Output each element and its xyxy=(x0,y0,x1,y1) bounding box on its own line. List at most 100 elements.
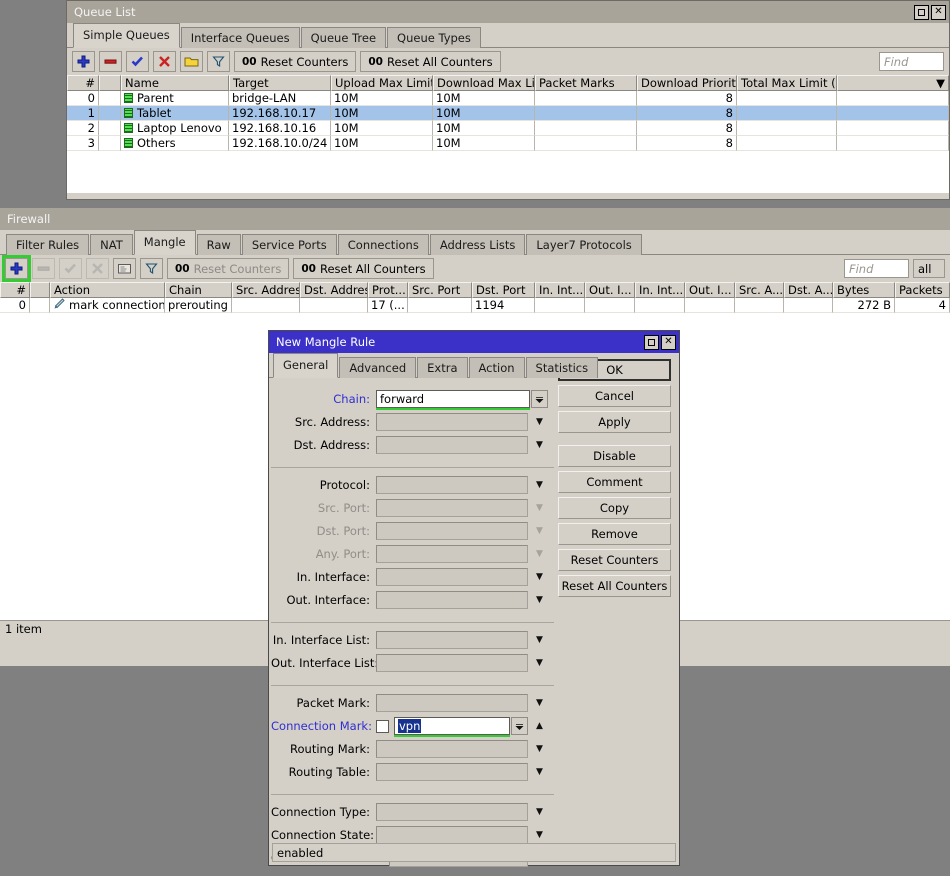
column-menu-icon[interactable]: ▼ xyxy=(837,75,949,91)
col-out-interface[interactable]: Out. I... xyxy=(585,282,635,298)
tab-simple-queues[interactable]: Simple Queues xyxy=(73,23,180,48)
table-row[interactable]: 1 Tablet 192.168.10.17 10M 10M 8 xyxy=(67,106,949,121)
col-out-interface-list[interactable]: Out. I... xyxy=(685,282,735,298)
cross-icon[interactable] xyxy=(153,51,176,72)
connection-mark-negate-checkbox[interactable] xyxy=(376,719,389,733)
table-row[interactable]: 3 Others 192.168.10.0/24 10M 10M 8 xyxy=(67,136,949,151)
queue-list-titlebar[interactable]: Queue List ✕ xyxy=(67,1,949,23)
col-packet-marks[interactable]: Packet Marks xyxy=(535,75,637,91)
out-interface-list-input[interactable] xyxy=(376,654,528,672)
apply-button[interactable]: Apply xyxy=(558,411,671,433)
tab-address-lists[interactable]: Address Lists xyxy=(429,234,526,255)
routing-table-input[interactable] xyxy=(376,763,528,781)
packet-mark-input[interactable] xyxy=(376,694,528,712)
col-action[interactable]: Action xyxy=(50,282,165,298)
chevron-down-icon[interactable]: ▼ xyxy=(531,654,548,672)
col-upload-max-limit[interactable]: Upload Max Limit xyxy=(331,75,433,91)
col-name[interactable]: Name xyxy=(121,75,229,91)
col-download-max-limit[interactable]: Download Max Limit xyxy=(433,75,535,91)
col-icon[interactable] xyxy=(30,282,50,298)
tab-general[interactable]: General xyxy=(273,353,339,378)
firewall-find-input[interactable]: Find xyxy=(844,259,909,278)
reset-all-counters-button[interactable]: Reset All Counters xyxy=(558,575,671,597)
connection-type-input[interactable] xyxy=(376,803,528,821)
firewall-titlebar[interactable]: Firewall xyxy=(0,208,950,230)
chevron-down-icon[interactable]: ▼ xyxy=(531,476,548,494)
col-dst-address[interactable]: Dst. Address xyxy=(300,282,368,298)
protocol-input[interactable] xyxy=(376,476,528,494)
chevron-down-icon[interactable]: ▼ xyxy=(531,826,548,844)
filter-icon[interactable] xyxy=(140,258,163,279)
dst-address-input[interactable] xyxy=(376,436,528,454)
comment-button[interactable]: Comment xyxy=(558,471,671,493)
col-packets[interactable]: Packets xyxy=(895,282,950,298)
copy-button[interactable]: Copy xyxy=(558,497,671,519)
firewall-reset-counters-button[interactable]: 00 Reset Counters xyxy=(167,258,290,279)
col-target[interactable]: Target xyxy=(229,75,331,91)
src-address-input[interactable] xyxy=(376,413,528,431)
col-protocol[interactable]: Prot... xyxy=(368,282,408,298)
routing-mark-input[interactable] xyxy=(376,740,528,758)
table-row[interactable]: 2 Laptop Lenovo 192.168.10.16 10M 10M 8 xyxy=(67,121,949,136)
cancel-button[interactable]: Cancel xyxy=(558,385,671,407)
minus-icon[interactable] xyxy=(99,51,122,72)
in-interface-list-input[interactable] xyxy=(376,631,528,649)
firewall-scope-select[interactable]: all xyxy=(913,259,945,278)
tab-queue-tree[interactable]: Queue Tree xyxy=(300,27,387,48)
tab-extra[interactable]: Extra xyxy=(417,357,468,378)
close-icon[interactable]: ✕ xyxy=(931,4,946,20)
tab-service-ports[interactable]: Service Ports xyxy=(241,234,337,255)
maximize-icon[interactable] xyxy=(914,4,929,20)
col-icon[interactable] xyxy=(99,75,121,91)
tab-raw[interactable]: Raw xyxy=(196,234,241,255)
chain-dropdown-button[interactable] xyxy=(531,390,548,408)
tab-connections[interactable]: Connections xyxy=(337,234,429,255)
col-dst-address-list[interactable]: Dst. A... xyxy=(784,282,833,298)
col-in-interface-list[interactable]: In. Int... xyxy=(635,282,685,298)
col-total-max-limit[interactable]: Total Max Limit (b... xyxy=(737,75,837,91)
in-interface-input[interactable] xyxy=(376,568,528,586)
chain-input[interactable]: forward xyxy=(376,390,530,410)
plus-icon[interactable] xyxy=(2,255,31,282)
col-num[interactable]: # xyxy=(67,75,99,91)
disable-button[interactable]: Disable xyxy=(558,445,671,467)
close-icon[interactable]: ✕ xyxy=(661,334,676,350)
maximize-icon[interactable] xyxy=(644,334,659,350)
chevron-down-icon[interactable]: ▼ xyxy=(531,763,548,781)
chevron-down-icon[interactable]: ▼ xyxy=(531,694,548,712)
table-row[interactable]: 0 mark connection prerouting 17 (... 119… xyxy=(0,298,950,313)
tab-statistics[interactable]: Statistics xyxy=(525,357,599,378)
col-num[interactable]: # xyxy=(0,282,30,298)
col-download-priority[interactable]: Download Priority xyxy=(637,75,737,91)
out-interface-input[interactable] xyxy=(376,591,528,609)
tab-action[interactable]: Action xyxy=(468,357,525,378)
chevron-down-icon[interactable]: ▼ xyxy=(531,568,548,586)
tab-mangle[interactable]: Mangle xyxy=(133,230,196,255)
folder-icon[interactable] xyxy=(180,51,203,72)
filter-icon[interactable] xyxy=(207,51,230,72)
connection-mark-input[interactable]: vpn xyxy=(394,717,510,737)
remove-button[interactable]: Remove xyxy=(558,523,671,545)
queue-reset-all-counters-button[interactable]: 00 Reset All Counters xyxy=(360,51,501,72)
table-row[interactable]: 0 Parent bridge-LAN 10M 10M 8 xyxy=(67,91,949,106)
col-src-address-list[interactable]: Src. A... xyxy=(735,282,784,298)
connection-mark-dropdown-button[interactable] xyxy=(511,717,528,735)
check-icon[interactable] xyxy=(126,51,149,72)
connection-state-input[interactable] xyxy=(376,826,528,844)
queue-find-input[interactable]: Find xyxy=(879,52,944,71)
tab-layer7-protocols[interactable]: Layer7 Protocols xyxy=(526,234,642,255)
dialog-titlebar[interactable]: New Mangle Rule ✕ xyxy=(269,331,679,353)
col-src-port[interactable]: Src. Port xyxy=(408,282,472,298)
chevron-up-icon[interactable]: ▲ xyxy=(531,717,548,735)
chevron-down-icon[interactable]: ▼ xyxy=(531,631,548,649)
chevron-down-icon[interactable]: ▼ xyxy=(531,803,548,821)
col-src-address[interactable]: Src. Address xyxy=(232,282,300,298)
tab-filter-rules[interactable]: Filter Rules xyxy=(6,234,90,255)
plus-icon[interactable] xyxy=(72,51,95,72)
col-dst-port[interactable]: Dst. Port xyxy=(472,282,535,298)
firewall-reset-all-counters-button[interactable]: 00 Reset All Counters xyxy=(293,258,434,279)
tab-advanced[interactable]: Advanced xyxy=(339,357,417,378)
tab-queue-types[interactable]: Queue Types xyxy=(387,27,481,48)
col-chain[interactable]: Chain xyxy=(165,282,232,298)
queue-reset-counters-button[interactable]: 00 Reset Counters xyxy=(234,51,357,72)
